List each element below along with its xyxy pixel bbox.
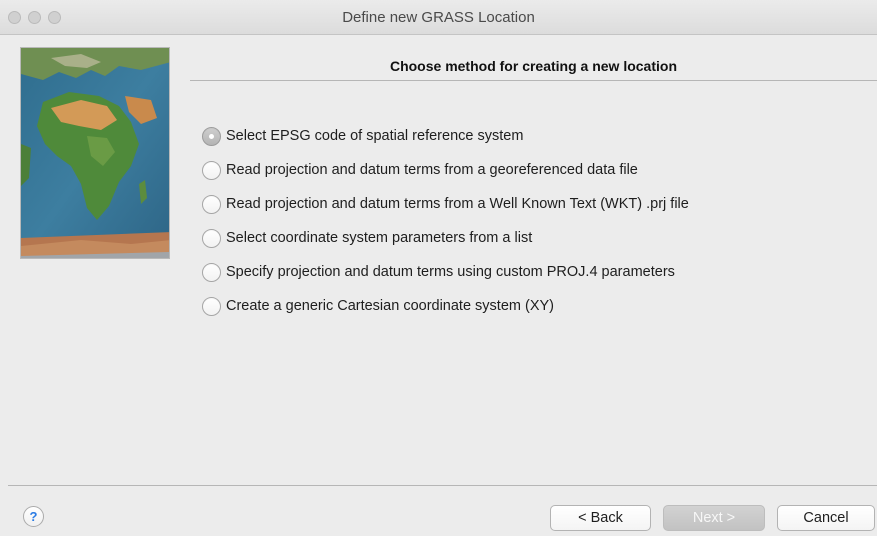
- radio-xy-cartesian[interactable]: [202, 296, 221, 316]
- option-xy-cartesian[interactable]: Create a generic Cartesian coordinate sy…: [202, 289, 872, 323]
- option-epsg-label: Select EPSG code of spatial reference sy…: [226, 128, 524, 144]
- option-parameter-list-label: Select coordinate system parameters from…: [226, 230, 533, 246]
- world-map-image: [20, 47, 170, 259]
- radio-georeferenced-file[interactable]: [202, 160, 221, 180]
- option-georeferenced-file[interactable]: Read projection and datum terms from a g…: [202, 153, 872, 187]
- radio-parameter-list[interactable]: [202, 228, 221, 248]
- title-bar[interactable]: Define new GRASS Location: [0, 0, 877, 35]
- header-divider: [190, 80, 877, 81]
- footer-divider: [8, 485, 877, 486]
- option-proj4-label: Specify projection and datum terms using…: [226, 264, 675, 280]
- radio-proj4[interactable]: [202, 262, 221, 282]
- wizard-window: Define new GRASS Location Choose method …: [0, 0, 877, 536]
- option-xy-cartesian-label: Create a generic Cartesian coordinate sy…: [226, 298, 555, 314]
- option-epsg[interactable]: Select EPSG code of spatial reference sy…: [202, 119, 872, 153]
- page-title: Choose method for creating a new locatio…: [389, 58, 678, 74]
- window-title: Define new GRASS Location: [342, 9, 535, 26]
- option-proj4[interactable]: Specify projection and datum terms using…: [202, 255, 872, 289]
- back-button[interactable]: < Back: [550, 505, 651, 531]
- method-options: Select EPSG code of spatial reference sy…: [202, 119, 872, 323]
- help-icon[interactable]: ?: [23, 506, 44, 527]
- radio-wkt-file[interactable]: [202, 194, 221, 214]
- cancel-button[interactable]: Cancel: [777, 505, 875, 531]
- option-wkt-file-label: Read projection and datum terms from a W…: [226, 196, 689, 212]
- next-button[interactable]: Next >: [663, 505, 765, 531]
- radio-epsg[interactable]: [202, 126, 221, 146]
- option-wkt-file[interactable]: Read projection and datum terms from a W…: [202, 187, 872, 221]
- option-parameter-list[interactable]: Select coordinate system parameters from…: [202, 221, 872, 255]
- option-georeferenced-file-label: Read projection and datum terms from a g…: [226, 162, 638, 178]
